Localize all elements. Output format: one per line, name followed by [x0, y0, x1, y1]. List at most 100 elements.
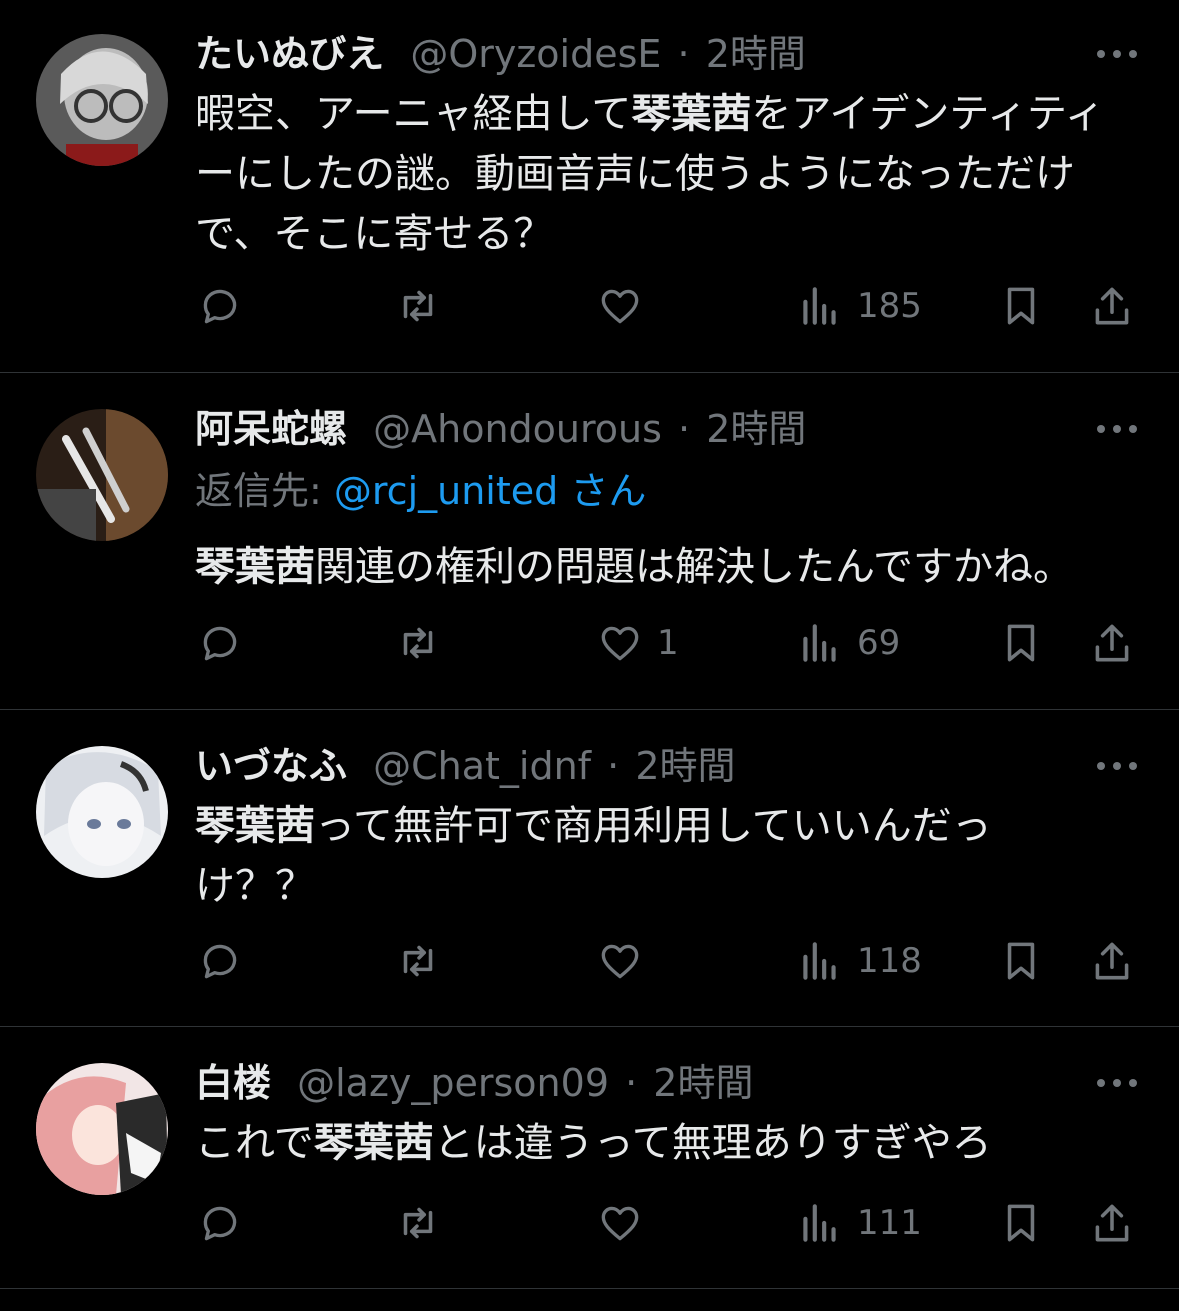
tweet-header: 阿呆蛇螺 @Ahondourous · 2時間: [195, 403, 1109, 455]
like-count: 1: [657, 623, 679, 663]
bookmark-button[interactable]: [996, 1193, 1046, 1253]
view-count: 118: [857, 941, 922, 981]
display-name[interactable]: 阿呆蛇螺: [195, 407, 347, 451]
text-segment: って無許可で商用利用していいんだっけ？？: [195, 803, 992, 909]
more-button[interactable]: [1095, 44, 1139, 64]
share-button[interactable]: [1087, 276, 1137, 336]
bookmark-button[interactable]: [996, 276, 1046, 336]
user-handle[interactable]: @Ahondourous: [373, 407, 662, 451]
views-button[interactable]: 185: [795, 276, 922, 336]
reply-button[interactable]: [195, 1193, 257, 1253]
separator: ·: [625, 1061, 638, 1105]
reply-icon: [203, 1206, 237, 1241]
like-button[interactable]: 1: [595, 613, 679, 673]
timestamp[interactable]: 2時間: [635, 744, 735, 788]
share-button[interactable]: [1087, 931, 1137, 991]
text-segment: これで: [195, 1120, 314, 1166]
timestamp[interactable]: 2時間: [706, 32, 806, 76]
text-segment: とは違うって無理ありすぎやろ: [433, 1120, 992, 1166]
views-icon: [803, 624, 836, 662]
timestamp[interactable]: 2時間: [706, 407, 806, 451]
separator: ·: [607, 744, 620, 788]
text-segment: 暇空、アーニャ経由して: [195, 91, 632, 137]
tweet-header: たいぬびえ @OryzoidesE · 2時間: [195, 28, 1109, 80]
share-button[interactable]: [1087, 613, 1137, 673]
display-name[interactable]: 白楼: [195, 1061, 271, 1105]
like-icon: [601, 289, 639, 324]
user-handle[interactable]: @OryzoidesE: [410, 32, 661, 76]
views-icon: [803, 287, 836, 325]
display-name[interactable]: たいぬびえ: [195, 32, 384, 76]
more-button[interactable]: [1095, 419, 1139, 439]
more-icon: [1097, 1079, 1137, 1087]
tweet[interactable]: いづなふ @Chat_idnf · 2時間 琴葉茜って無許可で商用利用していいん…: [0, 710, 1179, 1027]
separator: ·: [677, 32, 690, 76]
retweet-icon: [403, 1207, 433, 1239]
retweet-button[interactable]: [393, 613, 455, 673]
share-icon: [1095, 624, 1129, 662]
tweet[interactable]: たいぬびえ @OryzoidesE · 2時間 暇空、アーニャ経由して琴葉茜をア…: [0, 0, 1179, 373]
tweet-header: 白楼 @lazy_person09 · 2時間: [195, 1057, 1109, 1109]
like-button[interactable]: [595, 931, 657, 991]
like-icon: [601, 626, 639, 661]
reply-button[interactable]: [195, 613, 257, 673]
reply-icon: [203, 626, 237, 661]
avatar-image: [36, 409, 168, 541]
more-button[interactable]: [1095, 1073, 1139, 1093]
reply-to-mention[interactable]: @rcj_united: [334, 469, 558, 513]
views-icon: [803, 942, 836, 980]
bookmark-icon: [1007, 287, 1035, 325]
views-icon: [803, 1204, 836, 1242]
reply-button[interactable]: [195, 276, 257, 336]
view-count: 111: [857, 1203, 922, 1243]
like-button[interactable]: [595, 1193, 657, 1253]
avatar[interactable]: [36, 34, 168, 166]
tweet-text: 琴葉茜関連の権利の問題は解決したんですかね。: [195, 537, 1129, 597]
retweet-icon: [403, 945, 433, 977]
bookmark-button[interactable]: [996, 613, 1046, 673]
bookmark-button[interactable]: [996, 931, 1046, 991]
timestamp[interactable]: 2時間: [653, 1061, 753, 1105]
text-segment-bold: 琴葉茜: [195, 803, 315, 849]
views-button[interactable]: 111: [795, 1193, 922, 1253]
retweet-button[interactable]: [393, 1193, 455, 1253]
avatar[interactable]: [36, 746, 168, 878]
action-bar: 185: [0, 276, 1179, 336]
tweet-text: 暇空、アーニャ経由して琴葉茜をアイデンティティーにしたの謎。動画音声に使うように…: [195, 84, 1129, 264]
like-icon: [601, 944, 639, 979]
tweet-text: 琴葉茜って無許可で商用利用していいんだっけ？？: [195, 796, 1039, 916]
more-button[interactable]: [1095, 756, 1139, 776]
retweet-button[interactable]: [393, 276, 455, 336]
reply-to-suffix: さん: [558, 469, 647, 513]
more-icon: [1097, 50, 1137, 58]
tweet-header: いづなふ @Chat_idnf · 2時間: [195, 740, 1109, 792]
user-handle[interactable]: @Chat_idnf: [373, 744, 591, 788]
avatar-image: [36, 1063, 168, 1195]
user-handle[interactable]: @lazy_person09: [297, 1061, 609, 1105]
more-icon: [1097, 425, 1137, 433]
view-count: 185: [857, 286, 922, 326]
avatar[interactable]: [36, 409, 168, 541]
view-count: 69: [857, 623, 901, 663]
bookmark-icon: [1007, 1204, 1035, 1242]
avatar[interactable]: [36, 1063, 168, 1195]
share-icon: [1095, 287, 1129, 325]
reply-button[interactable]: [195, 931, 257, 991]
text-segment-bold: 琴葉茜: [631, 91, 752, 137]
views-button[interactable]: 118: [795, 931, 922, 991]
action-bar: 111: [0, 1193, 1179, 1253]
share-button[interactable]: [1087, 1193, 1137, 1253]
separator: ·: [678, 407, 691, 451]
retweet-icon: [403, 627, 433, 659]
retweet-button[interactable]: [393, 931, 455, 991]
reply-to-prefix: 返信先:: [195, 469, 334, 513]
tweet[interactable]: 白楼 @lazy_person09 · 2時間 これで琴葉茜とは違うって無理あり…: [0, 1027, 1179, 1289]
bookmark-icon: [1007, 624, 1035, 662]
tweet[interactable]: 阿呆蛇螺 @Ahondourous · 2時間 返信先: @rcj_united…: [0, 373, 1179, 710]
like-button[interactable]: [595, 276, 657, 336]
bookmark-icon: [1007, 942, 1035, 980]
display-name[interactable]: いづなふ: [195, 744, 347, 788]
views-button[interactable]: 69: [795, 613, 900, 673]
text-segment-bold: 琴葉茜: [313, 1120, 434, 1166]
share-icon: [1095, 1204, 1129, 1242]
